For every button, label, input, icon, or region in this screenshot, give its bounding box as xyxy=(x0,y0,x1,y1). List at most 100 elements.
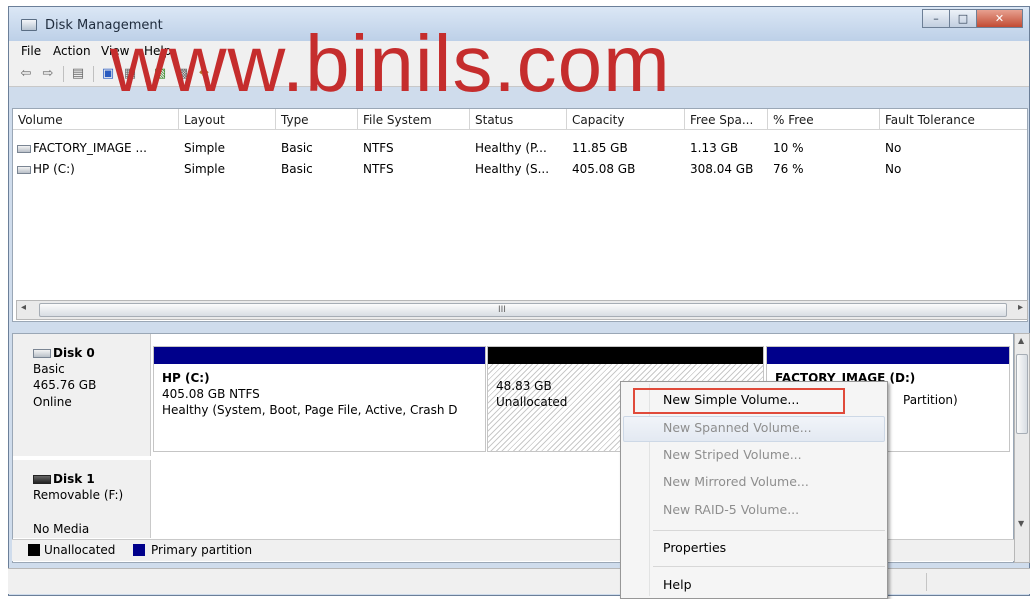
horizontal-scroll-thumb[interactable]: III xyxy=(39,303,1007,317)
menu-action[interactable]: Action xyxy=(53,44,91,58)
scroll-left-arrow-icon[interactable]: ◂ xyxy=(21,302,26,313)
help-book-icon[interactable]: ▣ xyxy=(99,66,117,82)
partition-c-bar xyxy=(154,347,485,364)
column-header-layout[interactable]: Layout xyxy=(179,109,276,130)
column-header-fault-tolerance[interactable]: Fault Tolerance xyxy=(880,109,1028,130)
title-bar[interactable]: Disk Management – □ ✕ xyxy=(9,7,1029,41)
menu-item-new-striped-volume[interactable]: New Striped Volume... xyxy=(663,447,802,462)
disk-0-name: Disk 0 xyxy=(33,346,150,360)
primary-partition-swatch xyxy=(133,544,145,556)
cell-capacity: 405.08 GB xyxy=(572,162,636,176)
cell-file-system: NTFS xyxy=(363,162,394,176)
column-header-volume[interactable]: Volume xyxy=(13,109,179,130)
cell-file-system: NTFS xyxy=(363,141,394,155)
menu-item-new-raid5-volume[interactable]: New RAID-5 Volume... xyxy=(663,502,799,517)
legend-unallocated: Unallocated xyxy=(44,543,116,557)
context-menu-separator xyxy=(653,530,885,531)
table-row[interactable]: FACTORY_IMAGE ... Simple Basic NTFS Heal… xyxy=(13,139,1027,159)
scroll-grip: III xyxy=(498,305,506,315)
scroll-down-arrow-icon[interactable]: ▼ xyxy=(1018,519,1024,528)
check-disk-icon[interactable]: ❖ xyxy=(195,66,213,82)
disk-management-icon xyxy=(21,19,37,31)
connect-disk-icon[interactable]: ▧ xyxy=(151,66,169,82)
column-header-file-system[interactable]: File System xyxy=(358,109,470,130)
menu-file[interactable]: File xyxy=(21,44,41,58)
minimize-icon: – xyxy=(933,12,939,25)
cell-status: Healthy (P... xyxy=(475,141,547,155)
column-header-free-space[interactable]: Free Spa... xyxy=(685,109,768,130)
console-tree-icon[interactable]: ▤ xyxy=(69,66,87,82)
disk-1-media: No Media xyxy=(33,522,90,536)
menu-item-new-simple-volume[interactable]: New Simple Volume... xyxy=(663,392,799,407)
column-header-status[interactable]: Status xyxy=(470,109,567,130)
menu-view[interactable]: View xyxy=(101,44,129,58)
partition-c-status: Healthy (System, Boot, Page File, Active… xyxy=(162,403,458,417)
disk-0-state: Online xyxy=(33,395,72,409)
disk-1-type: Removable (F:) xyxy=(33,488,124,502)
menu-item-help[interactable]: Help xyxy=(663,577,692,592)
close-button[interactable]: ✕ xyxy=(976,9,1023,28)
column-header-percent-free[interactable]: % Free xyxy=(768,109,880,130)
partition-c-info: HP (C:) 405.08 GB NTFS Healthy (System, … xyxy=(154,364,485,451)
cell-status: Healthy (S... xyxy=(475,162,550,176)
unallocated-bar xyxy=(488,347,763,364)
table-row[interactable]: HP (C:) Simple Basic NTFS Healthy (S... … xyxy=(13,160,1027,180)
maximize-icon: □ xyxy=(957,12,969,25)
unallocated-swatch xyxy=(28,544,40,556)
drive-icon xyxy=(17,144,31,153)
scroll-right-arrow-icon[interactable]: ▸ xyxy=(1018,302,1023,313)
volume-list: Volume Layout Type File System Status Ca… xyxy=(12,108,1028,322)
column-header-type[interactable]: Type xyxy=(276,109,358,130)
vertical-scroll-thumb[interactable] xyxy=(1016,354,1028,434)
partition-c[interactable]: HP (C:) 405.08 GB NTFS Healthy (System, … xyxy=(153,346,486,452)
cell-fault-tolerance: No xyxy=(885,162,902,176)
cell-layout: Simple xyxy=(184,141,225,155)
cell-percent-free: 10 % xyxy=(773,141,804,155)
window-controls: – □ ✕ xyxy=(922,9,1023,28)
removable-disk-icon xyxy=(33,475,51,484)
cell-volume: HP (C:) xyxy=(17,162,75,176)
cell-percent-free: 76 % xyxy=(773,162,804,176)
drive-icon xyxy=(17,165,31,174)
cell-fault-tolerance: No xyxy=(885,141,902,155)
legend-primary-partition: Primary partition xyxy=(151,543,253,557)
disk-icon xyxy=(33,349,51,358)
vertical-scrollbar[interactable]: ▲ ▼ xyxy=(1014,333,1030,563)
status-separator xyxy=(926,573,927,591)
back-arrow-icon[interactable]: ⇦ xyxy=(17,66,35,82)
partition-d-bar xyxy=(767,347,1009,364)
cell-type: Basic xyxy=(281,141,313,155)
scroll-up-arrow-icon[interactable]: ▲ xyxy=(1018,336,1024,345)
horizontal-scrollbar[interactable]: ◂ III ▸ xyxy=(16,300,1028,320)
window-title: Disk Management xyxy=(45,18,163,33)
disk-0-size: 465.76 GB xyxy=(33,378,97,392)
toolbar-separator xyxy=(145,66,146,82)
partition-c-size: 405.08 GB NTFS xyxy=(162,387,260,401)
menu-bar: File Action View Help xyxy=(9,41,1029,61)
cell-layout: Simple xyxy=(184,162,225,176)
menu-item-new-mirrored-volume[interactable]: New Mirrored Volume... xyxy=(663,474,809,489)
cell-volume: FACTORY_IMAGE ... xyxy=(17,141,147,155)
context-menu: New Simple Volume... New Spanned Volume.… xyxy=(620,381,888,599)
properties-icon[interactable]: ▦ xyxy=(121,66,139,82)
cell-type: Basic xyxy=(281,162,313,176)
toolbar: ⇦ ⇨ ▤ ▣ ▦ ▧ ▩ ❖ xyxy=(9,61,1029,87)
toolbar-separator xyxy=(63,66,64,82)
disk-0-label[interactable]: Disk 0 Basic 465.76 GB Online xyxy=(13,334,151,456)
cell-capacity: 11.85 GB xyxy=(572,141,628,155)
partition-c-title: HP (C:) xyxy=(162,371,210,385)
toolbar-separator xyxy=(93,66,94,82)
rescan-disk-icon[interactable]: ▩ xyxy=(173,66,191,82)
cell-free-space: 308.04 GB xyxy=(690,162,754,176)
context-menu-separator xyxy=(653,566,885,567)
menu-help[interactable]: Help xyxy=(144,44,171,58)
disk-1-label[interactable]: Disk 1 Removable (F:) No Media xyxy=(13,460,151,538)
minimize-button[interactable]: – xyxy=(922,9,949,28)
close-icon: ✕ xyxy=(994,12,1005,25)
menu-item-new-spanned-volume[interactable]: New Spanned Volume... xyxy=(663,420,812,435)
disk-1-name: Disk 1 xyxy=(33,472,150,486)
column-header-capacity[interactable]: Capacity xyxy=(567,109,685,130)
maximize-button[interactable]: □ xyxy=(949,9,976,28)
menu-item-properties[interactable]: Properties xyxy=(663,540,726,555)
forward-arrow-icon[interactable]: ⇨ xyxy=(39,66,57,82)
